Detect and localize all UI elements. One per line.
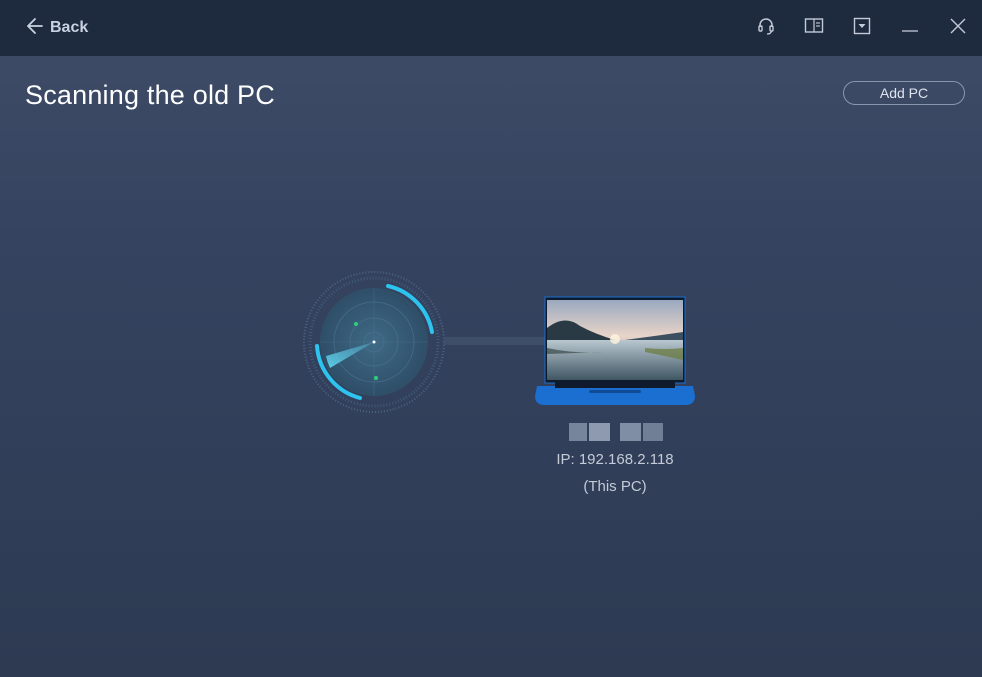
scan-radar — [302, 270, 446, 414]
radar-blip — [374, 376, 378, 380]
pc-name-redacted — [569, 421, 663, 443]
support-button[interactable] — [742, 0, 790, 56]
radar-blip — [354, 322, 358, 326]
pc-ip-address: IP: 192.168.2.118 — [556, 451, 674, 468]
minimize-to-tray-icon — [853, 17, 871, 40]
window-controls — [742, 0, 982, 56]
title-bar: Back — [0, 0, 982, 56]
minimize-icon — [901, 17, 919, 40]
headset-icon — [756, 16, 776, 41]
close-button[interactable] — [934, 0, 982, 56]
menu-button[interactable] — [838, 0, 886, 56]
pc-this-pc-label: (This PC) — [583, 478, 647, 495]
minimize-button[interactable] — [886, 0, 934, 56]
back-button[interactable]: Back — [26, 16, 88, 40]
page-title: Scanning the old PC — [25, 80, 275, 110]
arrow-left-icon — [26, 17, 44, 40]
back-label: Back — [50, 19, 89, 36]
guide-button[interactable] — [790, 0, 838, 56]
add-pc-button[interactable]: Add PC — [843, 81, 965, 105]
close-icon — [949, 17, 967, 40]
connection-line — [444, 337, 548, 345]
laptop-icon — [535, 296, 695, 408]
book-icon — [804, 17, 824, 40]
